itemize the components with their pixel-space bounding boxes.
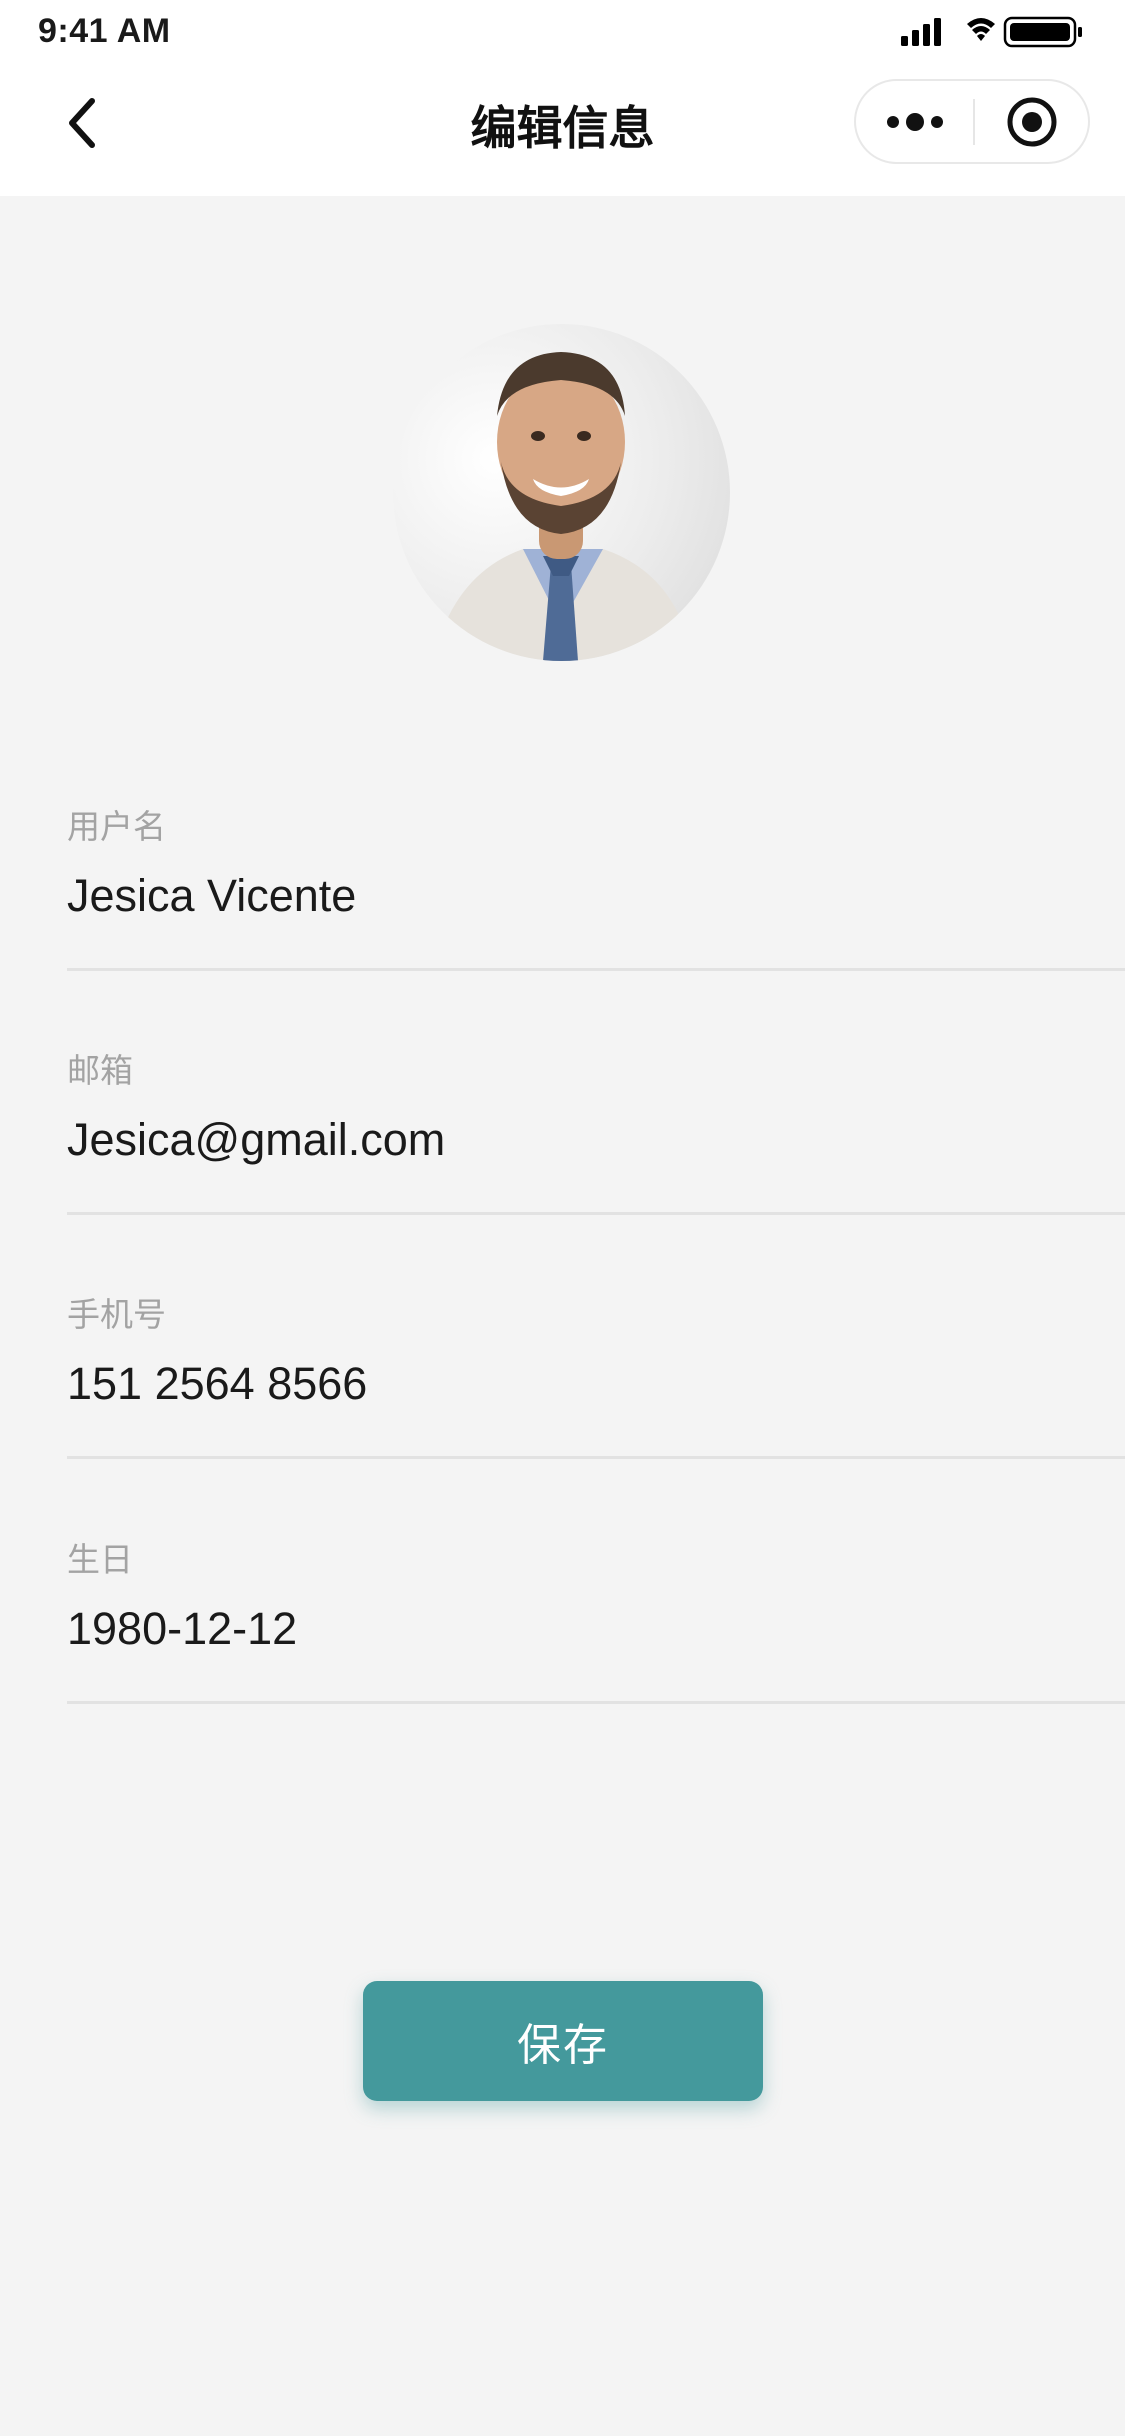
email-label: 邮箱	[67, 1052, 133, 1089]
target-circle-icon	[1007, 97, 1056, 146]
avatar-portrait	[433, 352, 693, 661]
username-divider	[67, 968, 1125, 971]
email-value[interactable]: Jesica@gmail.com	[67, 1114, 445, 1166]
status-icons	[901, 16, 1082, 48]
status-time: 9:41 AM	[38, 12, 171, 50]
username-field[interactable]: 用户名 Jesica Vicente	[67, 800, 1125, 1044]
mini-program-capsule	[854, 79, 1090, 164]
phone-field[interactable]: 手机号 151 2564 8566	[67, 1288, 1125, 1532]
cellular-signal-icon	[901, 18, 941, 46]
username-label: 用户名	[67, 808, 166, 845]
top-bar: 9:41 AM 编辑信息	[0, 0, 1125, 196]
birthday-divider	[67, 1701, 1125, 1704]
more-dots-icon	[886, 112, 943, 131]
battery-icon	[1003, 16, 1082, 48]
email-field[interactable]: 邮箱 Jesica@gmail.com	[67, 1044, 1125, 1288]
phone-label: 手机号	[67, 1296, 166, 1333]
birthday-label: 生日	[67, 1541, 133, 1578]
email-divider	[67, 1212, 1125, 1215]
wifi-icon	[967, 18, 995, 41]
phone-divider	[67, 1456, 1125, 1459]
avatar[interactable]	[393, 324, 730, 661]
save-button[interactable]: 保存	[363, 1981, 763, 2101]
username-value[interactable]: Jesica Vicente	[67, 870, 356, 922]
more-button[interactable]	[856, 81, 973, 162]
birthday-value[interactable]: 1980-12-12	[67, 1603, 297, 1655]
birthday-field[interactable]: 生日 1980-12-12	[67, 1533, 1125, 1777]
close-button[interactable]	[975, 81, 1088, 162]
phone-value[interactable]: 151 2564 8566	[67, 1358, 367, 1410]
